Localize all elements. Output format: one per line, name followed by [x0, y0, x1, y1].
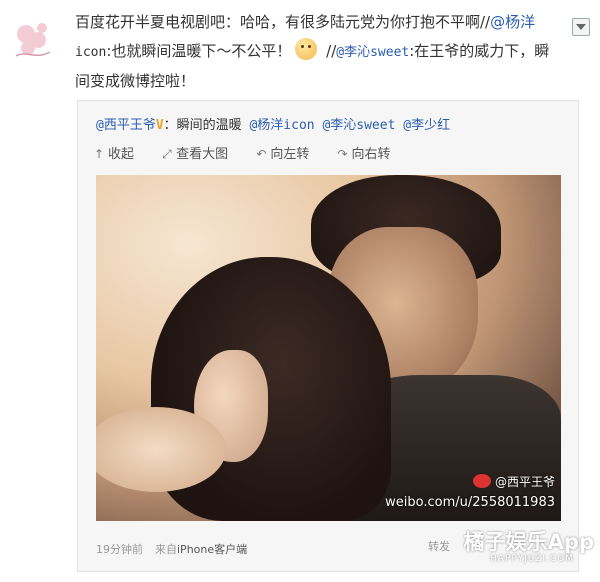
rotate-right-icon: ↷ [337, 147, 348, 161]
mention-link[interactable]: @李沁sweet [336, 45, 409, 60]
avatar[interactable] [6, 10, 58, 68]
watermark-name-text: @西平王爷 [494, 475, 555, 489]
rotate-left-button[interactable]: ↶ 向左转 [256, 143, 309, 162]
arrow-up-icon: ↑ [94, 147, 105, 161]
post-text: 百度花开半夏电视剧吧：哈哈，有很多陆元党为你打抱不平啊//@杨洋 icon:也就… [75, 8, 575, 96]
reposted-header: @西平王爷V：瞬间的温暖 @杨洋icon @李沁sweet @李少红 [96, 114, 450, 133]
rotate-right-button[interactable]: ↷ 向右转 [337, 143, 390, 162]
mention-link[interactable]: @杨洋 [490, 13, 535, 31]
mention-link[interactable]: @杨洋icon [249, 118, 314, 133]
emoji-icon [295, 38, 318, 60]
rotate-left-icon: ↶ [256, 147, 267, 161]
rotate-right-label: 向右转 [351, 147, 391, 162]
repost-button[interactable]: 转发 [428, 538, 450, 554]
repost-separator: // [321, 42, 337, 60]
mention-link-continued[interactable]: icon [75, 45, 106, 60]
post-text-line2: :也就瞬间温暖下～不公平！ [106, 42, 292, 60]
image-toolbar: ↑ 收起 ⤢ 查看大图 ↶ 向左转 ↷ 向右转 [94, 143, 414, 162]
collapse-button[interactable]: ↑ 收起 [94, 143, 134, 162]
author-link[interactable]: @西平王爷 [96, 118, 156, 133]
source-prefix: 来自 [155, 543, 177, 556]
source-link[interactable]: iPhone客户端 [177, 543, 247, 556]
view-large-button[interactable]: ⤢ 查看大图 [162, 143, 228, 162]
weibo-logo-icon [472, 474, 491, 488]
photo-watermark-name: @西平王爷 [472, 473, 555, 490]
post-photo[interactable]: @西平王爷 weibo.com/u/2558011983 [96, 175, 561, 521]
collapse-label: 收起 [108, 147, 135, 162]
mention-link[interactable]: @李沁sweet [322, 118, 395, 133]
post-text-line3: 间变成微博控啦！ [75, 72, 196, 90]
rotate-left-label: 向左转 [270, 147, 310, 162]
post-text-line1: 百度花开半夏电视剧吧：哈哈，有很多陆元党为你打抱不平啊// [75, 13, 491, 31]
mention-link[interactable]: @李少红 [403, 118, 450, 133]
timestamp[interactable]: 19分钟前 [96, 543, 143, 556]
brand-watermark: 橘子娱乐App [463, 530, 594, 554]
post-meta: 19分钟前 来自iPhone客户端 [96, 541, 247, 557]
reposted-card: @西平王爷V：瞬间的温暖 @杨洋icon @李沁sweet @李少红 ↑ 收起 ⤢… [77, 100, 579, 572]
reposted-text: ：瞬间的温暖 [163, 118, 250, 133]
photo-watermark-url: weibo.com/u/2558011983 [385, 495, 555, 510]
view-large-label: 查看大图 [176, 147, 229, 162]
crown-icon: V [155, 118, 164, 133]
brand-watermark-sub: HAPPYJUZI.COM [490, 554, 574, 564]
expand-icon: ⤢ [162, 147, 172, 161]
post-text-line2-tail: :在王爷的威力下，瞬 [409, 42, 550, 60]
